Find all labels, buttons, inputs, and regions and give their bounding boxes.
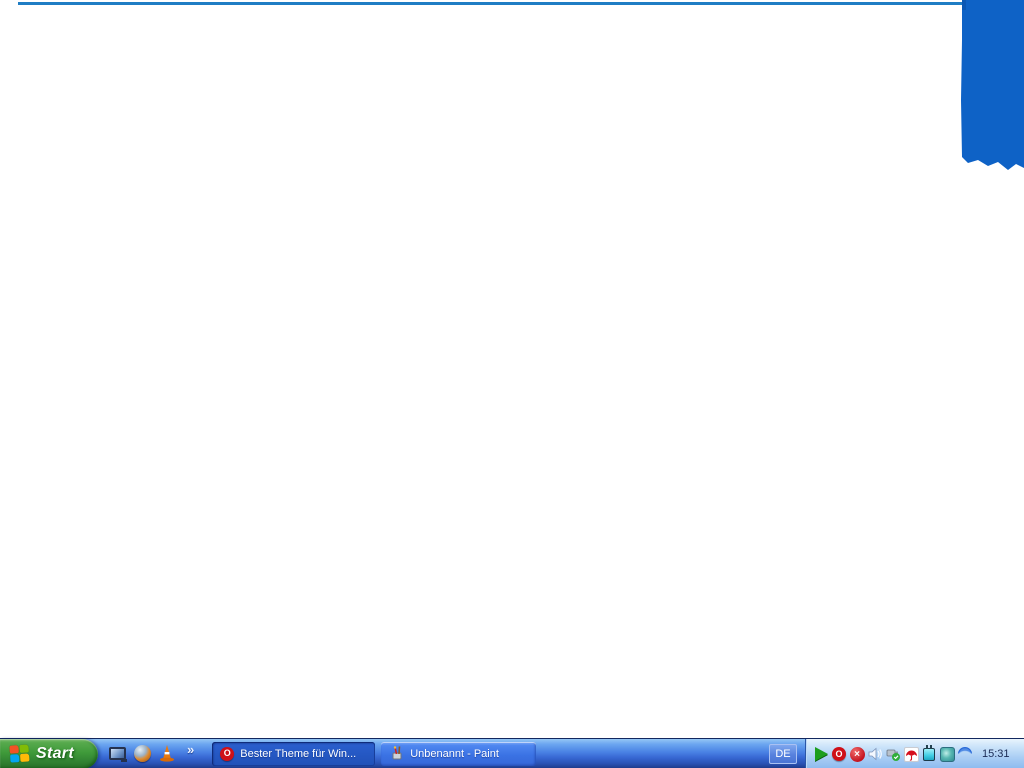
- usb-safely-remove-icon[interactable]: [885, 746, 901, 762]
- taskbar-button-opera-label: Bester Theme für Win...: [240, 747, 357, 760]
- security-alert-icon[interactable]: ×: [849, 746, 865, 762]
- taskbar-button-paint[interactable]: Unbenannt - Paint: [381, 741, 537, 766]
- start-button-label: Start: [36, 745, 74, 762]
- screen: Start » O Bester Theme für Win... Unbena…: [0, 0, 1024, 768]
- taskbar-button-paint-label: Unbenannt - Paint: [410, 747, 499, 760]
- taskbar-empty-space: [536, 739, 769, 768]
- opera-icon: O: [220, 746, 235, 761]
- show-desktop-icon[interactable]: [108, 745, 127, 763]
- power-plug-icon[interactable]: [921, 744, 937, 762]
- tray-clock[interactable]: 15:31: [982, 748, 1010, 760]
- windows-logo-icon: [9, 744, 30, 763]
- start-button[interactable]: Start: [0, 739, 98, 768]
- system-tray: O × 15:31: [805, 739, 1024, 768]
- vlc-icon[interactable]: [158, 745, 176, 763]
- media-player-icon[interactable]: [133, 745, 151, 763]
- language-indicator-label: DE: [775, 747, 791, 760]
- crescent-moon-icon[interactable]: [957, 746, 973, 762]
- quick-launch-bar: »: [98, 739, 202, 768]
- opera-tray-icon[interactable]: O: [831, 746, 847, 762]
- task-buttons: O Bester Theme für Win... Unbenannt - Pa…: [202, 739, 537, 768]
- drawn-blue-line: [18, 2, 962, 5]
- canvas-area: [0, 0, 1024, 739]
- avira-umbrella-icon[interactable]: [903, 746, 919, 762]
- taskbar-button-opera[interactable]: O Bester Theme für Win...: [212, 741, 376, 766]
- volume-icon[interactable]: [867, 746, 883, 762]
- language-indicator[interactable]: DE: [769, 743, 797, 764]
- taskbar: Start » O Bester Theme für Win... Unbena…: [0, 738, 1024, 768]
- quick-launch-overflow-chevron[interactable]: »: [187, 742, 194, 757]
- play-flag-icon[interactable]: [813, 746, 829, 762]
- paint-icon: [389, 746, 404, 761]
- messenger-icon[interactable]: [939, 746, 955, 762]
- blue-corner-shape: [961, 0, 1024, 170]
